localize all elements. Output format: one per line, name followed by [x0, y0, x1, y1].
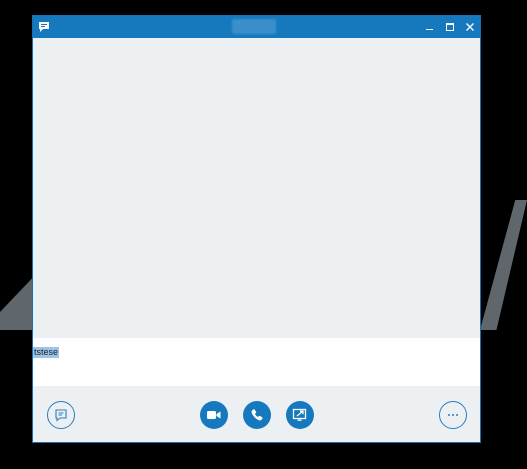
message-input[interactable]: tstese [33, 338, 480, 386]
call-button[interactable] [243, 401, 271, 429]
close-button[interactable] [460, 16, 480, 38]
chat-app-icon [33, 16, 55, 38]
present-button[interactable] [286, 401, 314, 429]
desktop-background-shape [480, 200, 527, 330]
close-icon [466, 23, 474, 31]
im-icon [55, 409, 67, 422]
im-button[interactable] [47, 401, 75, 429]
more-options-icon [448, 414, 458, 416]
minimize-button[interactable] [420, 16, 440, 38]
conversation-history [33, 38, 480, 338]
conversation-window: tstese [32, 15, 481, 443]
video-button[interactable] [200, 401, 228, 429]
minimize-icon [426, 29, 433, 30]
video-icon [207, 411, 221, 419]
maximize-button[interactable] [440, 16, 460, 38]
more-options-button[interactable] [439, 401, 467, 429]
conversation-toolbar [33, 386, 480, 443]
phone-icon [251, 409, 263, 421]
window-title [232, 19, 276, 34]
maximize-icon [446, 23, 454, 31]
title-bar[interactable] [33, 16, 480, 38]
present-icon [292, 408, 307, 421]
message-input-text: tstese [33, 347, 60, 358]
